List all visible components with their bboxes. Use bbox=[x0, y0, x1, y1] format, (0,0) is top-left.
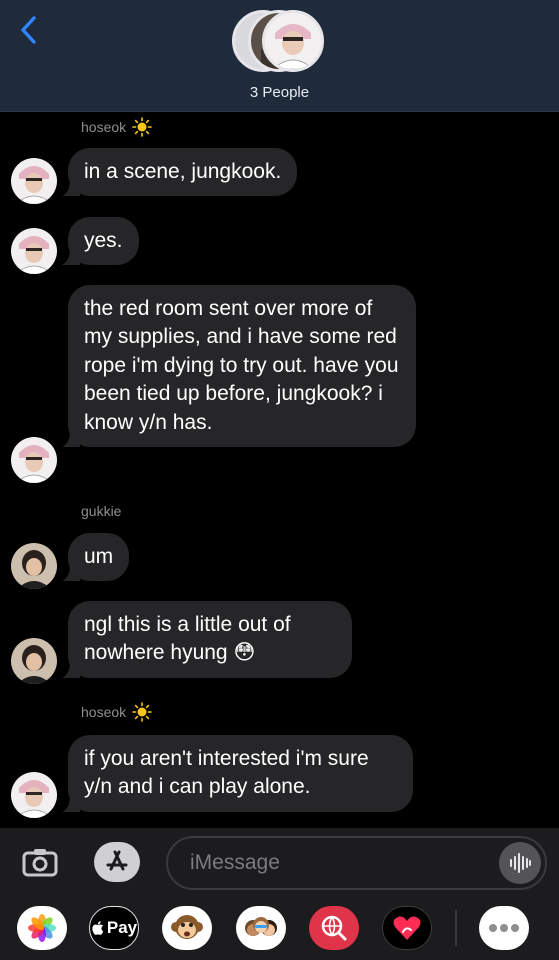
avatar-gukkie[interactable] bbox=[11, 638, 57, 684]
bubble-tail bbox=[62, 565, 80, 582]
heart-touch-icon bbox=[393, 916, 421, 940]
message-input[interactable]: iMessage bbox=[166, 836, 547, 890]
avatar-hoseok[interactable] bbox=[11, 772, 57, 818]
avatar-hoseok[interactable] bbox=[11, 437, 57, 483]
memoji-stickers-icon bbox=[245, 917, 277, 936]
bubble-tail bbox=[62, 180, 80, 197]
group-avatar bbox=[262, 10, 324, 72]
camera-button[interactable] bbox=[21, 843, 59, 881]
apple-pay-label: Pay bbox=[106, 918, 138, 937]
photos-icon bbox=[28, 914, 56, 942]
avatar-gukkie[interactable] bbox=[11, 543, 57, 589]
memoji-app-button[interactable] bbox=[236, 906, 286, 950]
message-input-placeholder: iMessage bbox=[190, 851, 280, 874]
waveform-icon bbox=[510, 853, 531, 873]
apple-pay-button[interactable]: Pay bbox=[89, 906, 139, 950]
sun-icon bbox=[132, 702, 152, 722]
app-store-icon bbox=[106, 850, 128, 871]
camera-icon bbox=[22, 849, 58, 877]
bubble-tail bbox=[62, 249, 80, 266]
chevron-left-icon bbox=[21, 16, 36, 44]
bubble-tail bbox=[62, 795, 80, 812]
apple-logo-icon bbox=[92, 921, 104, 935]
globe-search-icon bbox=[321, 915, 347, 941]
group-avatars[interactable] bbox=[232, 10, 328, 74]
photos-app-button[interactable] bbox=[17, 906, 67, 950]
message-bubble[interactable]: yes. bbox=[62, 217, 139, 266]
sender-name: hoseok bbox=[81, 702, 152, 722]
message-bubble[interactable]: if you aren't interested i'm sure y/n an… bbox=[62, 735, 413, 812]
message-bubble[interactable]: in a scene, jungkook. bbox=[62, 148, 298, 197]
audio-message-button[interactable] bbox=[499, 842, 541, 884]
sender-name: hoseok bbox=[81, 117, 152, 137]
avatar-hoseok[interactable] bbox=[11, 158, 57, 204]
bubble-tail bbox=[62, 661, 80, 678]
app-drawer-divider bbox=[455, 910, 457, 946]
message-bubble[interactable]: um bbox=[62, 533, 130, 582]
message-bubble[interactable]: ngl this is a little out of nowhere hyun… bbox=[62, 601, 352, 678]
conversation-header: 3 People bbox=[0, 0, 559, 112]
animoji-app-button[interactable] bbox=[162, 906, 212, 950]
avatar-hoseok[interactable] bbox=[11, 228, 57, 274]
bubble-tail bbox=[62, 431, 80, 448]
back-button[interactable] bbox=[14, 10, 44, 50]
monkey-icon bbox=[171, 915, 203, 939]
people-count[interactable]: 3 People bbox=[0, 84, 559, 101]
sender-name: gukkie bbox=[81, 503, 122, 519]
ellipsis-icon bbox=[489, 924, 519, 932]
sun-icon bbox=[132, 117, 152, 137]
digital-touch-app-button[interactable] bbox=[382, 906, 432, 950]
message-bubble[interactable]: the red room sent over more of my suppli… bbox=[62, 285, 416, 448]
image-search-app-button[interactable] bbox=[309, 906, 359, 950]
more-apps-button[interactable] bbox=[479, 906, 529, 950]
app-store-button[interactable] bbox=[94, 842, 140, 882]
